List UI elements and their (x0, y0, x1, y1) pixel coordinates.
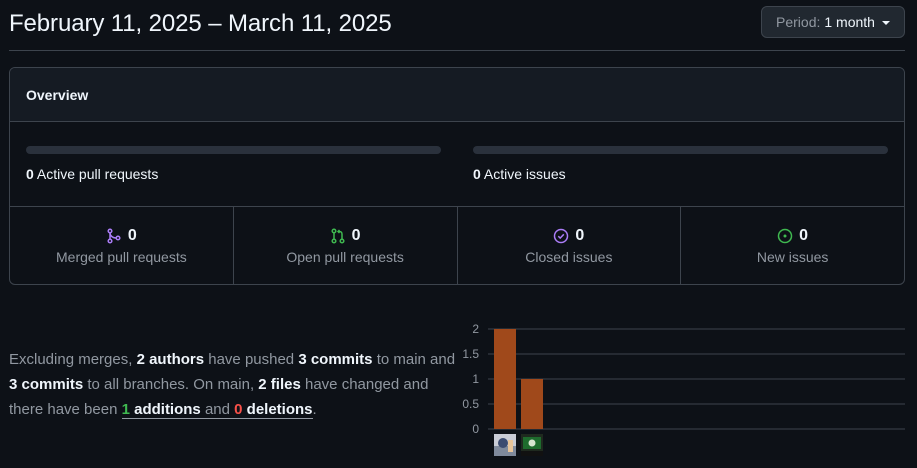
stat-new-issues[interactable]: 0 New issues (681, 207, 904, 284)
y-tick-label: 0 (472, 422, 479, 436)
period-label: Period: (776, 14, 821, 30)
commits-main-count: 3 commits (298, 351, 373, 368)
overview-title: Overview (10, 68, 904, 122)
summary-text: have pushed (204, 351, 299, 368)
new-issue-icon (777, 228, 793, 243)
additions-label: additions (129, 401, 201, 418)
new-issues-label: New issues (756, 248, 829, 265)
and-text: and (200, 401, 235, 418)
stat-open-pull-requests[interactable]: 0 Open pull requests (234, 207, 458, 284)
open-pull-requests-count: 0 (351, 226, 361, 244)
authors-count: 2 authors (136, 351, 205, 368)
author-avatar[interactable] (494, 434, 516, 456)
commits-all-count: 3 commits (9, 376, 84, 393)
active-pull-requests-count: 0 (26, 166, 34, 182)
commit-summary: Excluding merges, 2 authors have pushed … (9, 347, 459, 422)
overview-box: Overview 0 Active pull requests 0 Active… (9, 67, 905, 285)
y-tick-label: 1.5 (462, 347, 479, 361)
active-issues-count: 0 (473, 166, 481, 182)
active-issues-label: Active issues (483, 166, 566, 182)
open-pr-icon (331, 227, 345, 244)
caret-down-icon (881, 20, 890, 25)
additions-deletions-link[interactable]: 1 additions and 0 deletions (121, 401, 313, 419)
active-pull-requests-label: Active pull requests (36, 166, 159, 182)
y-tick-label: 0.5 (462, 397, 479, 411)
closed-issues-count: 0 (575, 226, 585, 244)
merged-pr-icon (107, 227, 121, 244)
new-issues-count: 0 (799, 226, 809, 244)
summary-text: . (312, 401, 317, 418)
deletions-count: 0 (234, 401, 243, 418)
deletions-label: deletions (242, 401, 313, 418)
additions-count: 1 (121, 401, 130, 418)
commits-by-author-chart: 2 1.5 1 0.5 0 (462, 322, 905, 456)
summary-text: to all branches. On main, (83, 376, 259, 393)
active-pull-requests-bar (26, 146, 441, 154)
merged-pull-requests-label: Merged pull requests (56, 248, 187, 265)
period-value: 1 month (824, 14, 875, 30)
overview-active-section: 0 Active pull requests 0 Active issues (10, 122, 904, 207)
active-issues-bar (473, 146, 888, 154)
overview-stats: 0 Merged pull requests 0 Open pull reque… (10, 207, 904, 284)
active-pull-requests-text[interactable]: 0 Active pull requests (26, 166, 158, 182)
y-tick-label: 2 (472, 322, 479, 336)
stat-merged-pull-requests[interactable]: 0 Merged pull requests (10, 207, 234, 284)
bar[interactable] (494, 329, 516, 429)
y-tick-label: 1 (472, 372, 479, 386)
stat-closed-issues[interactable]: 0 Closed issues (458, 207, 682, 284)
page-title: February 11, 2025 – March 11, 2025 (9, 10, 392, 37)
summary-text: to main and (372, 351, 456, 368)
open-pull-requests-label: Open pull requests (286, 248, 404, 265)
closed-issue-icon (554, 228, 569, 243)
header-divider (9, 50, 905, 51)
bar[interactable] (521, 379, 543, 429)
summary-text: Excluding merges, (9, 351, 137, 368)
author-avatar[interactable] (521, 434, 543, 456)
merged-pull-requests-count: 0 (127, 226, 137, 244)
closed-issues-label: Closed issues (525, 248, 613, 265)
files-changed-count: 2 files (258, 376, 301, 393)
period-dropdown-button[interactable]: Period: 1 month (761, 6, 905, 38)
active-issues-text[interactable]: 0 Active issues (473, 166, 566, 182)
